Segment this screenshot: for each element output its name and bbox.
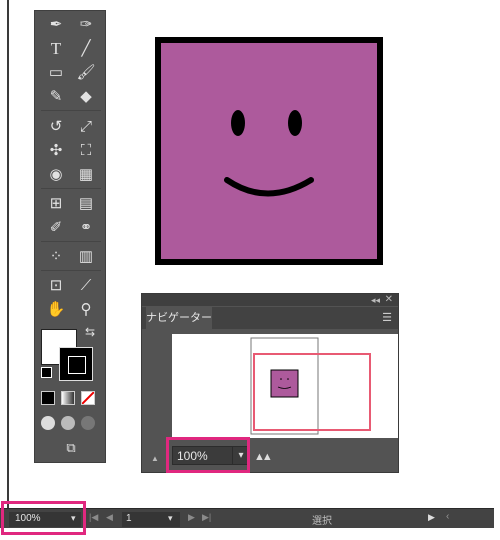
type-icon[interactable]: T [44,37,68,59]
shaper-icon[interactable]: ✎ [44,85,68,107]
artboard-number-field[interactable]: 1 ▾ [122,512,180,527]
pen-icon[interactable]: ✒ [44,13,68,35]
hand-icon[interactable]: ✋ [44,298,68,320]
first-artboard-icon[interactable]: |◀ [89,512,98,523]
symbol-sprayer-icon[interactable]: ⁘ [44,245,68,267]
stroke-swatch[interactable] [59,347,93,381]
zoom-out-icon[interactable]: ▲ [151,454,159,463]
eyedropper-icon[interactable]: ✐ [44,216,68,238]
navigator-zoom-highlight [166,437,250,473]
curvature-icon[interactable]: ✑ [74,13,98,35]
artboard-edge [7,0,9,508]
play-icon[interactable]: ▶ [428,512,435,523]
right-eye [288,110,302,136]
panel-titlebar[interactable]: ◂◂ ✕ [142,294,398,306]
puppet-warp-icon[interactable]: ✣ [44,139,68,161]
gradient-mode-button[interactable] [61,391,75,405]
paintbrush-icon[interactable]: 🖌 [74,61,98,83]
shape-builder-icon[interactable]: ◉ [44,163,68,185]
panel-menu-icon[interactable]: ☰ [382,311,392,324]
none-mode-button[interactable] [81,391,95,405]
rectangle-icon[interactable]: ▭ [44,61,68,83]
previous-artboard-icon[interactable]: ◀ [106,512,113,523]
draw-behind-button[interactable] [61,416,75,430]
screen-mode-button[interactable]: ⧉ [59,439,83,457]
color-mode-button[interactable] [41,391,55,405]
perspective-grid-icon[interactable]: ▦ [74,163,98,185]
eraser-icon[interactable]: ◆ [74,85,98,107]
artboard-icon[interactable]: ⊡ [44,274,68,296]
line-segment-icon[interactable]: ╱ [74,37,98,59]
blend-icon[interactable]: ⚭ [74,216,98,238]
zoom-in-icon[interactable]: ▲▲ [254,451,273,463]
mesh-icon[interactable]: ⊞ [44,192,68,214]
column-graph-icon[interactable]: ▥ [74,245,98,267]
face-square [155,37,383,265]
artboard-number-value[interactable]: 1 [126,513,132,524]
chevron-down-icon[interactable]: ▾ [168,513,173,524]
free-transform-icon[interactable]: ⛶ [74,139,98,161]
slice-icon[interactable]: ⟋ [74,274,98,296]
last-artboard-icon[interactable]: ▶| [202,512,211,523]
zoom-icon[interactable]: ⚲ [74,298,98,320]
scroll-left-icon[interactable]: ‹ [446,511,449,522]
thumbnail-face [270,369,299,398]
rotate-icon[interactable]: ↺ [44,115,68,137]
navigator-preview[interactable] [172,334,398,438]
close-panel-icon[interactable]: ✕ [385,294,393,306]
gradient-icon[interactable]: ▤ [74,192,98,214]
default-fill-stroke-icon[interactable] [41,367,52,378]
scale-icon[interactable]: ⤢ [74,115,98,137]
swap-fill-stroke-icon[interactable]: ⇆ [85,325,95,339]
next-artboard-icon[interactable]: ▶ [188,512,195,523]
draw-inside-button[interactable] [81,416,95,430]
left-eye [231,110,245,136]
tools-panel: ✒ ✑ T ╱ ▭ 🖌 ✎ ◆ ↺ ⤢ ✣ ⛶ ◉ ▦ ⊞ ▤ ✐ ⚭ ⁘ ▥ … [34,10,106,463]
tab-navigator[interactable]: ナビゲーター [146,307,212,329]
smiley-artwork[interactable] [155,37,385,267]
statusbar-zoom-highlight [1,501,86,535]
status-text[interactable]: 選択 [312,512,332,527]
draw-normal-button[interactable] [41,416,55,430]
collapse-panel-icon[interactable]: ◂◂ [371,294,380,306]
